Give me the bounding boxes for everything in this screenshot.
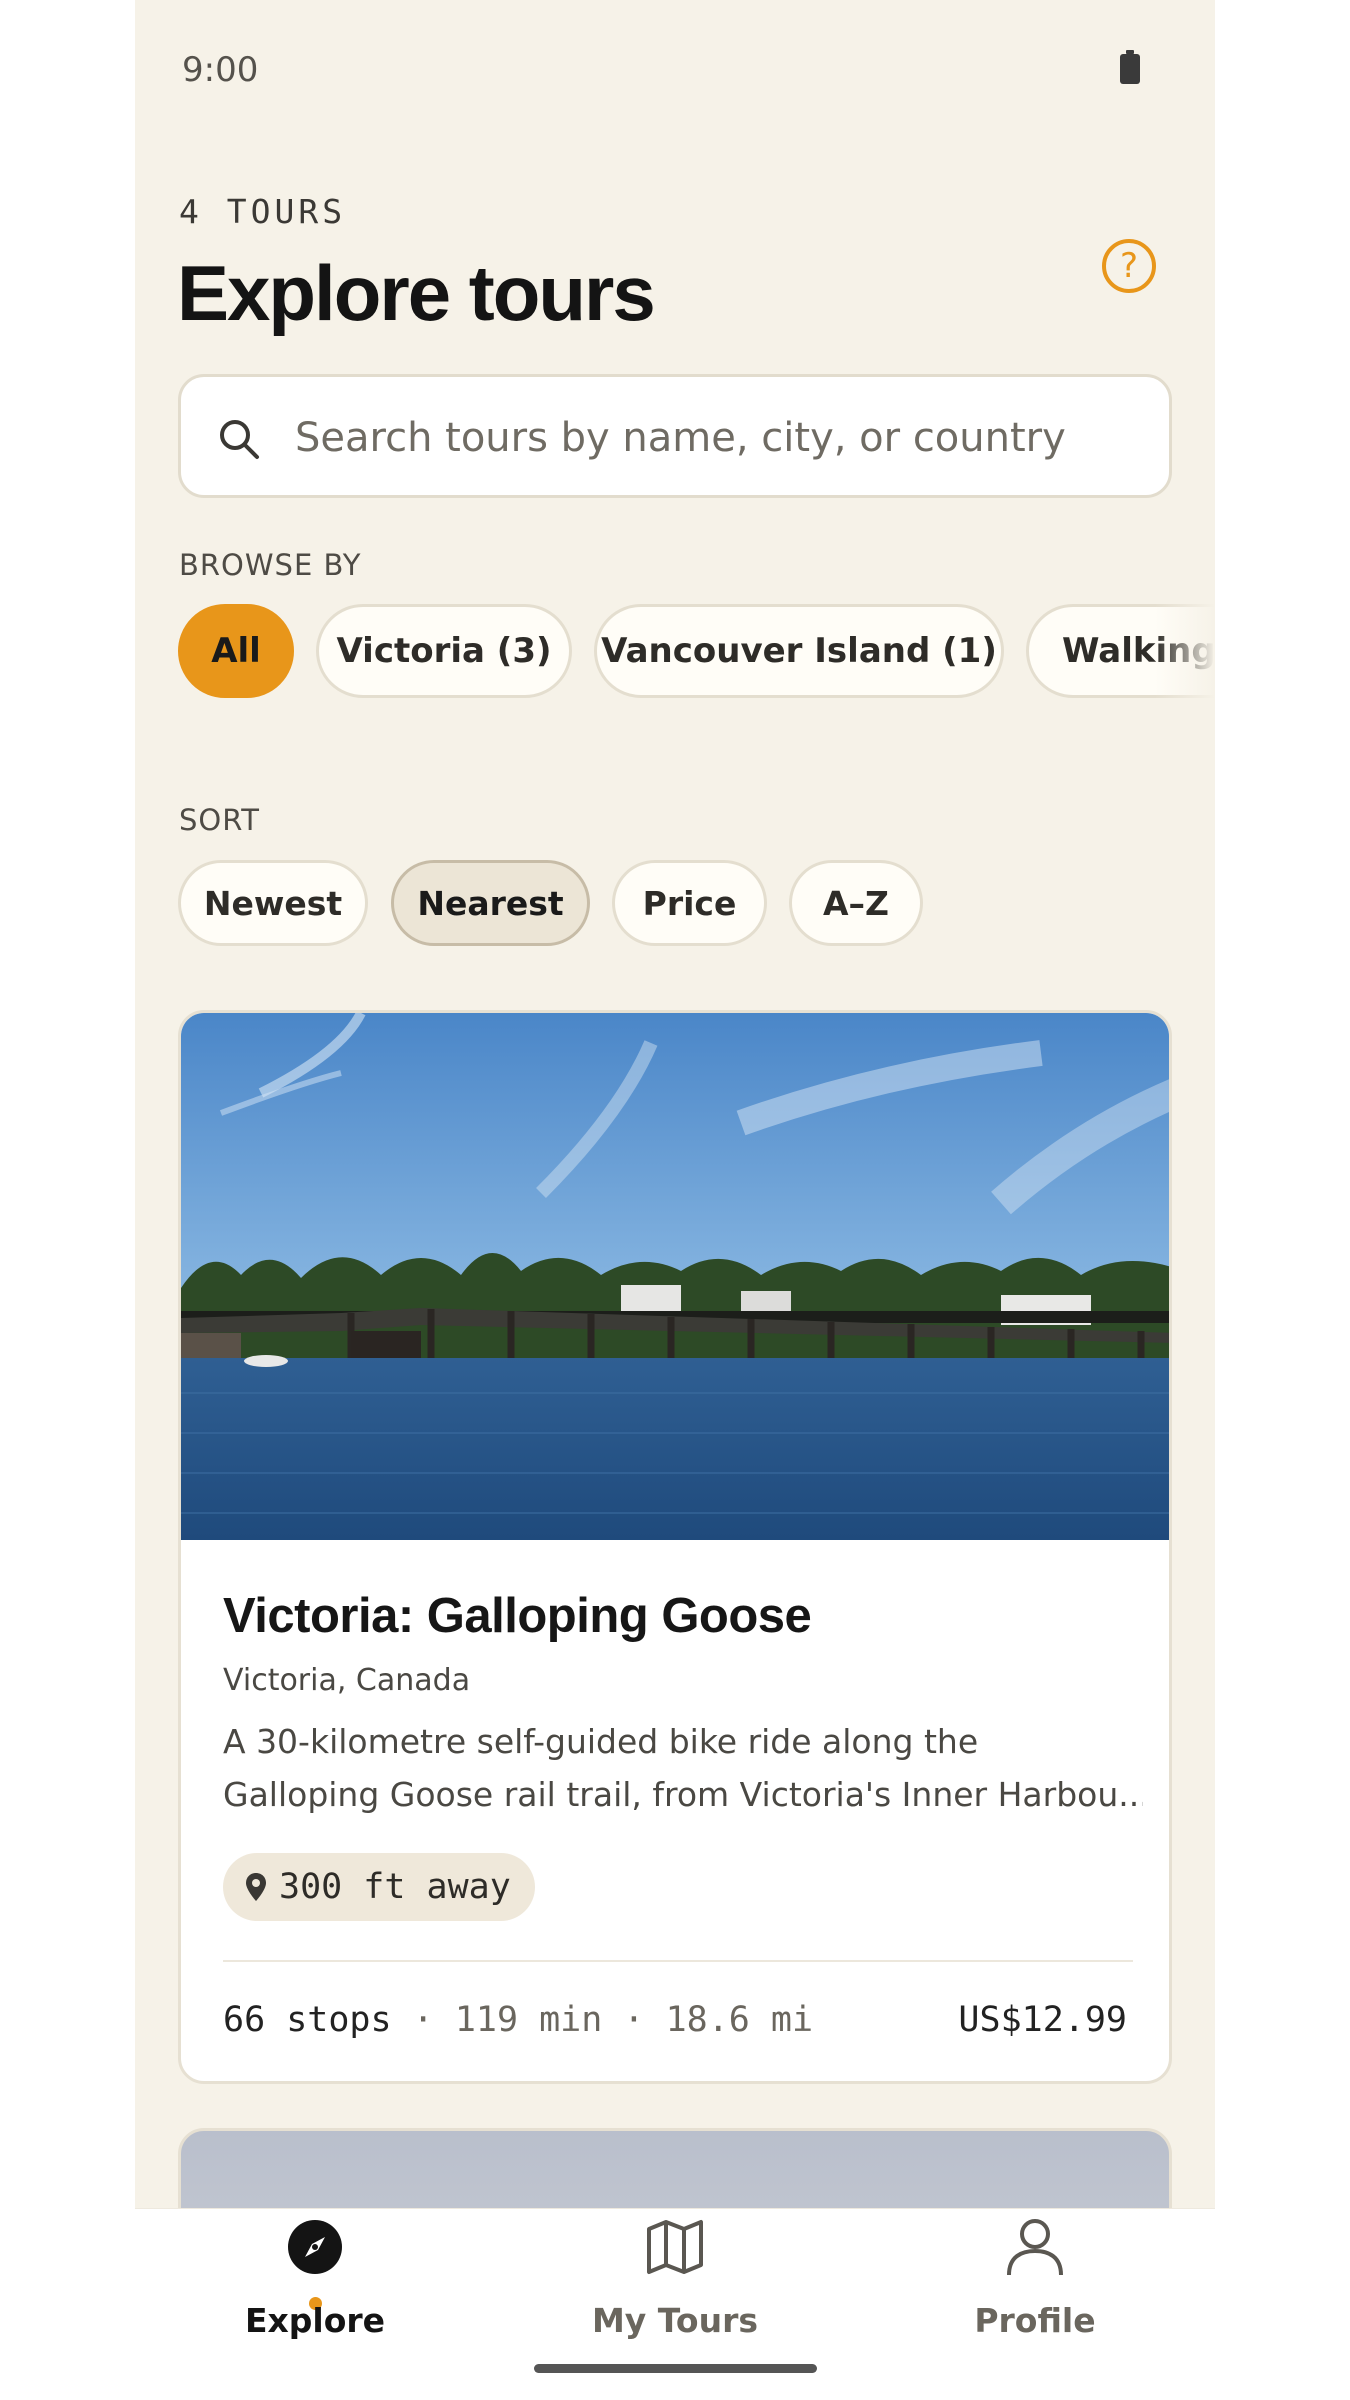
tour-description: A 30-kilometre self-guided bike ride alo… [223,1715,1143,1821]
tour-card[interactable]: Victoria: Galloping Goose Victoria, Cana… [178,1010,1172,2084]
chip-victoria[interactable]: Victoria (3) [316,604,572,698]
tour-length: 18.6 mi [665,2000,814,2040]
tour-count-label: 4 TOURS [179,192,347,231]
browse-by-label: BROWSE BY [179,548,362,582]
sort-price[interactable]: Price [612,860,767,946]
chips-fade [1155,604,1215,704]
compass-icon [288,2220,342,2274]
phone-screen: 9:00 4 TOURS Explore tours ? BROWSE BY A… [135,0,1215,2400]
stat-separator: · [623,2000,645,2040]
battery-icon [1120,50,1140,84]
tour-image [181,1013,1169,1540]
tour-price: US$12.99 [958,2000,1127,2040]
chip-vancouver-island[interactable]: Vancouver Island (1) [594,604,1004,698]
tour-title: Victoria: Galloping Goose [223,1589,812,1643]
tab-label-explore: Explore [244,2301,386,2340]
home-indicator[interactable] [534,2364,817,2373]
tour-stats: 66 stops · 119 min · 18.6 mi [223,2000,813,2040]
page-title: Explore tours [177,249,656,337]
tour-description-line-2: Galloping Goose rail trail, from Victori… [223,1775,1143,1814]
tour-duration: 119 min [454,2000,603,2040]
sort-a-z[interactable]: A–Z [789,860,923,946]
tab-profile[interactable]: Profile [855,2209,1215,2400]
tab-label-profile: Profile [974,2301,1096,2340]
card-divider [223,1960,1133,1962]
sort-newest[interactable]: Newest [178,860,368,946]
status-time: 9:00 [182,50,259,90]
tour-stops: 66 stops [223,2000,392,2040]
location-pin-icon [246,1873,266,1901]
search-icon [220,420,259,459]
browse-chips: All Victoria (3) Vancouver Island (1) Wa… [178,604,1215,704]
map-icon [647,2220,703,2274]
stat-separator: · [412,2000,434,2040]
distance-badge: 300 ft away [223,1853,535,1921]
sort-label: SORT [179,803,260,837]
search-input[interactable] [293,407,1137,469]
tab-label-my-tours: My Tours [591,2301,759,2340]
search-bar [178,374,1172,498]
tour-description-line-1: A 30-kilometre self-guided bike ride alo… [223,1722,979,1761]
help-icon[interactable]: ? [1102,239,1156,293]
tour-location: Victoria, Canada [223,1663,471,1698]
distance-text: 300 ft away [279,1867,511,1907]
chip-all[interactable]: All [178,604,294,698]
help-glyph: ? [1119,246,1139,286]
sort-nearest[interactable]: Nearest [391,860,590,946]
tab-explore[interactable]: Explore [135,2209,495,2400]
person-icon [1007,2219,1063,2276]
